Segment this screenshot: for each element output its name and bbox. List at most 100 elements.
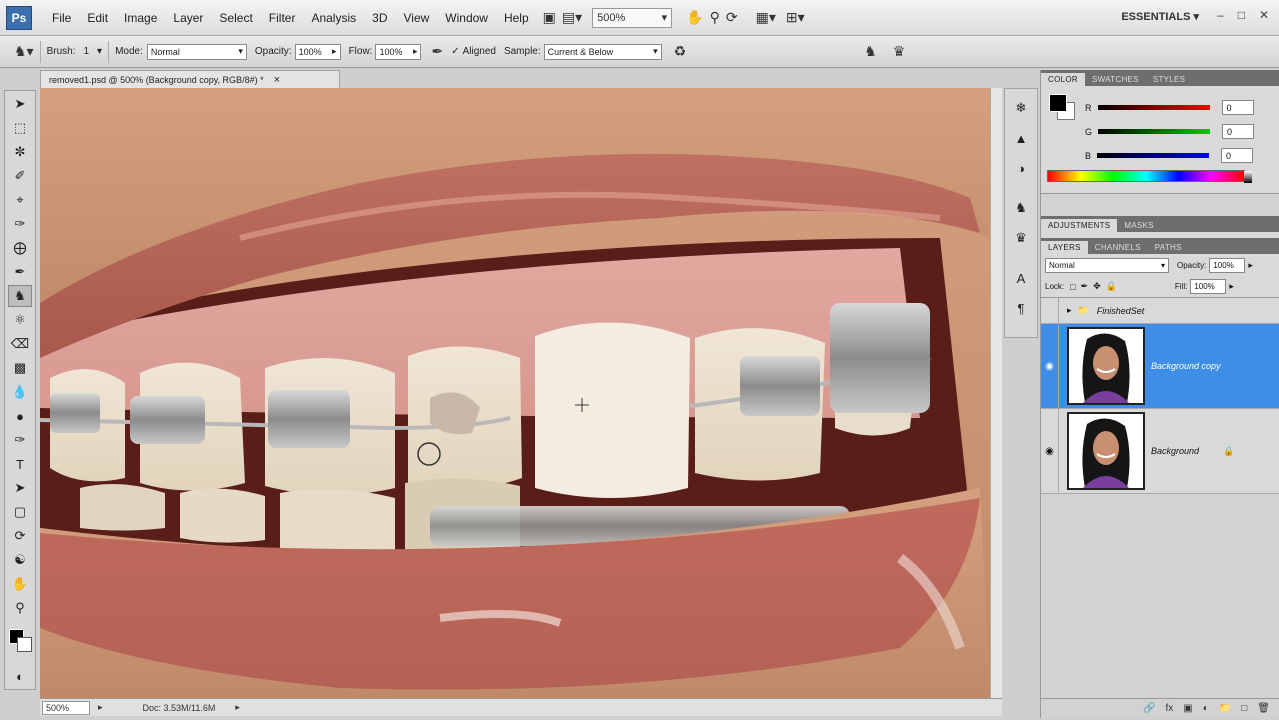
close-document-icon[interactable]: × — [274, 74, 280, 86]
vertical-scrollbar[interactable] — [990, 88, 1002, 698]
screen-mode-icon[interactable]: ▤▾ — [562, 7, 582, 29]
visibility-empty[interactable] — [1041, 298, 1059, 323]
dodge-tool-icon[interactable]: ● — [8, 405, 32, 427]
ignore-adjustments-icon[interactable]: ♻ — [674, 41, 687, 63]
minimize-icon[interactable]: – — [1217, 8, 1224, 22]
lock-all-icon[interactable]: 🔒 — [1106, 281, 1117, 292]
tab-paths[interactable]: PATHS — [1148, 241, 1189, 254]
tab-color[interactable]: COLOR — [1041, 73, 1085, 86]
lock-pixels-icon[interactable]: ✒ — [1081, 281, 1089, 292]
brush-presets-icon[interactable]: ♛ — [1009, 227, 1033, 249]
layer-row[interactable]: ◉ Background copy — [1041, 324, 1279, 409]
hand-tool-icon[interactable]: ✋ — [8, 573, 32, 595]
eye-icon[interactable]: ◉ — [1041, 324, 1059, 408]
expand-triangle-icon[interactable]: ▸ — [1067, 305, 1072, 316]
move-tool-icon[interactable]: ➤ — [8, 93, 32, 115]
character-icon[interactable]: A — [1009, 267, 1033, 289]
menu-help[interactable]: Help — [496, 11, 537, 25]
3d-rotate-tool-icon[interactable]: ⟳ — [8, 525, 32, 547]
adjustment-layer-icon[interactable]: ◐ — [1203, 703, 1209, 714]
red-slider[interactable] — [1097, 105, 1210, 110]
layer-row[interactable]: ◉ Background 🔒 — [1041, 409, 1279, 494]
menu-image[interactable]: Image — [116, 11, 165, 25]
status-zoom-field[interactable]: 500% — [42, 700, 90, 715]
chevron-right-icon[interactable]: ▸ — [1229, 281, 1234, 292]
clone-stamp-tool-icon[interactable]: ♞▾ — [14, 41, 34, 63]
tab-layers[interactable]: LAYERS — [1041, 241, 1088, 254]
navigator-icon[interactable]: ❄ — [1009, 97, 1033, 119]
canvas[interactable] — [40, 88, 990, 698]
color-swatches[interactable] — [7, 629, 33, 657]
3d-orbit-tool-icon[interactable]: ☯ — [8, 549, 32, 571]
tab-channels[interactable]: CHANNELS — [1088, 241, 1148, 254]
clone-stamp-tool-icon[interactable]: ♞ — [8, 285, 32, 307]
mode-dropdown[interactable]: Normal ▾ — [146, 43, 247, 60]
sample-dropdown[interactable]: Current & Below ▾ — [543, 43, 662, 60]
layer-opacity-field[interactable]: 100% — [1209, 257, 1246, 273]
opacity-field[interactable]: 100% ▸ — [294, 43, 341, 60]
maximize-icon[interactable]: □ — [1238, 8, 1245, 22]
layer-group-row[interactable]: ▸ 📁 FinishedSet — [1041, 298, 1279, 324]
type-tool-icon[interactable]: T — [8, 453, 32, 475]
menu-view[interactable]: View — [395, 11, 437, 25]
zoom-level-dropdown[interactable]: 500% ▾ — [592, 7, 673, 28]
chevron-right-icon[interactable]: ▸ — [1248, 260, 1253, 271]
arrange-documents-icon[interactable]: ▦▾ — [756, 7, 776, 29]
gradient-tool-icon[interactable]: ▩ — [8, 357, 32, 379]
tab-styles[interactable]: STYLES — [1146, 73, 1192, 86]
lock-position-icon[interactable]: ✥ — [1093, 281, 1101, 292]
red-value[interactable]: 0 — [1221, 100, 1254, 115]
eyedropper-tool-icon[interactable]: ✑ — [8, 213, 32, 235]
hand-icon[interactable]: ✋ — [686, 7, 703, 29]
delete-layer-icon[interactable]: 🗑 — [1257, 703, 1270, 714]
clone-source-icon[interactable]: ♞ — [864, 41, 877, 63]
blur-tool-icon[interactable]: 💧 — [8, 381, 32, 403]
pen-tool-icon[interactable]: ✑ — [8, 429, 32, 451]
histogram-icon[interactable]: ▲ — [1009, 127, 1033, 149]
spot-heal-tool-icon[interactable]: ⨁ — [8, 237, 32, 259]
menu-file[interactable]: File — [44, 11, 79, 25]
blue-value[interactable]: 0 — [1221, 148, 1254, 163]
tab-swatches[interactable]: SWATCHES — [1085, 73, 1146, 86]
menu-layer[interactable]: Layer — [165, 11, 211, 25]
green-value[interactable]: 0 — [1222, 124, 1255, 139]
status-menu-icon[interactable]: ▸ — [235, 702, 240, 713]
lasso-tool-icon[interactable]: ✼ — [8, 141, 32, 163]
new-layer-icon[interactable]: □ — [1241, 703, 1247, 714]
brush-panel-icon[interactable]: ♛ — [893, 41, 906, 63]
clone-source-icon[interactable]: ♞ — [1009, 197, 1033, 219]
lock-transparency-icon[interactable]: □ — [1070, 282, 1075, 292]
menu-3d[interactable]: 3D — [364, 11, 395, 25]
add-mask-icon[interactable]: ▣ — [1183, 703, 1192, 714]
background-color[interactable] — [17, 637, 32, 652]
zoom-tool-icon[interactable]: ⚲ — [8, 597, 32, 619]
eye-icon[interactable]: ◉ — [1041, 409, 1059, 493]
paragraph-icon[interactable]: ¶ — [1009, 297, 1033, 319]
path-select-tool-icon[interactable]: ➤ — [8, 477, 32, 499]
quick-mask-icon[interactable]: ◐ — [8, 665, 32, 687]
airbrush-icon[interactable]: ✒ — [431, 41, 443, 63]
tab-masks[interactable]: MASKS — [1117, 219, 1161, 232]
menu-analysis[interactable]: Analysis — [303, 11, 364, 25]
eraser-tool-icon[interactable]: ⌫ — [8, 333, 32, 355]
close-icon[interactable]: ✕ — [1259, 8, 1269, 22]
fill-field[interactable]: 100% — [1190, 279, 1227, 294]
extras-icon[interactable]: ⊞▾ — [786, 7, 805, 29]
brush-tool-icon[interactable]: ✒ — [8, 261, 32, 283]
menu-filter[interactable]: Filter — [261, 11, 304, 25]
crop-tool-icon[interactable]: ⌖ — [8, 189, 32, 211]
status-icon[interactable]: ▸ — [98, 702, 103, 713]
new-group-icon[interactable]: 📁 — [1219, 703, 1231, 714]
history-brush-tool-icon[interactable]: ⚛ — [8, 309, 32, 331]
menu-select[interactable]: Select — [211, 11, 260, 25]
brush-size[interactable]: 1 — [83, 46, 89, 57]
link-layers-icon[interactable]: 🔗 — [1143, 703, 1155, 714]
fx-icon[interactable]: fx — [1166, 703, 1174, 714]
shape-tool-icon[interactable]: ▢ — [8, 501, 32, 523]
blend-mode-dropdown[interactable]: Normal ▾ — [1045, 257, 1169, 273]
rotate-view-icon[interactable]: ⟳ — [726, 7, 738, 29]
quick-select-tool-icon[interactable]: ✐ — [8, 165, 32, 187]
flow-field[interactable]: 100% ▸ — [375, 43, 422, 60]
tab-adjustments[interactable]: ADJUSTMENTS — [1041, 219, 1118, 232]
info-icon[interactable]: ◑ — [1009, 157, 1033, 179]
